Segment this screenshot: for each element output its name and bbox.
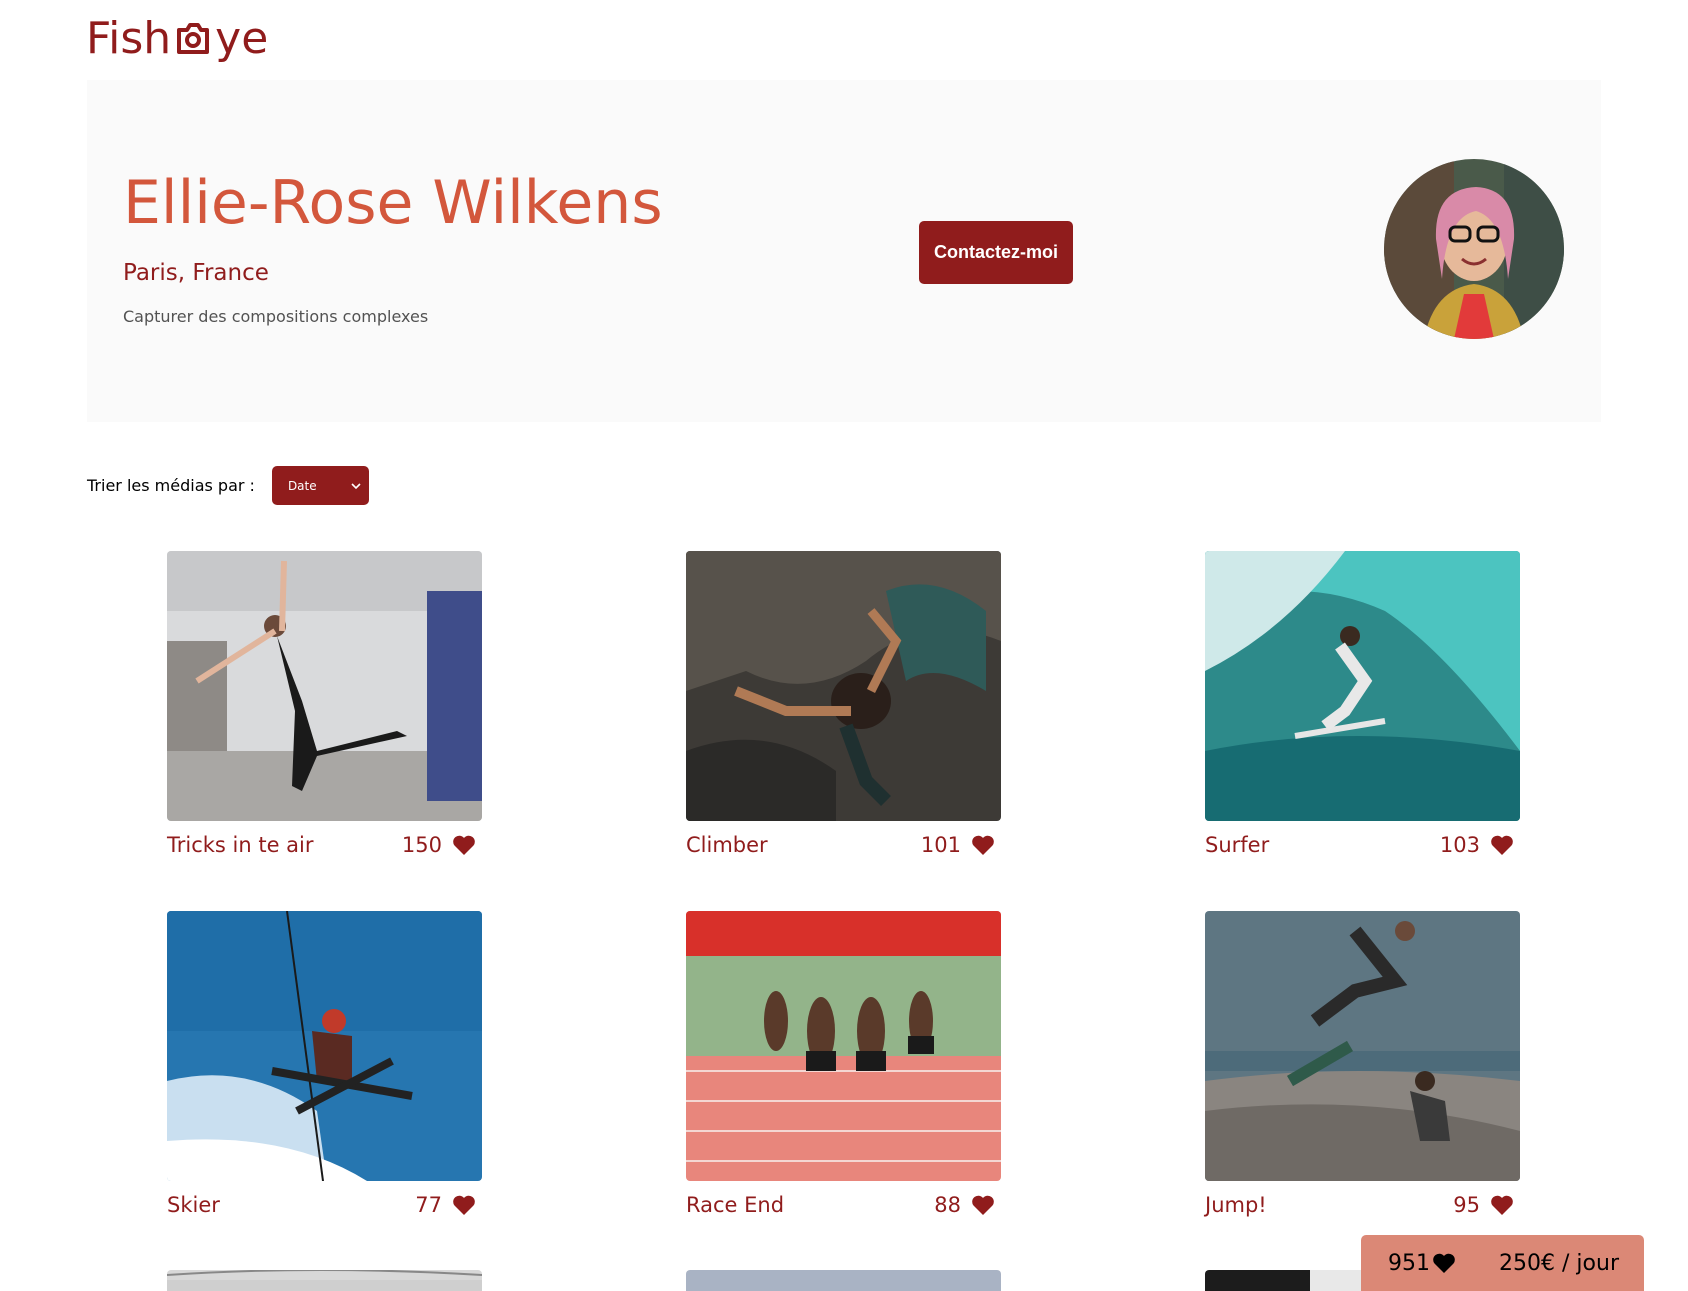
heart-icon[interactable] bbox=[1490, 1194, 1514, 1216]
photographer-location: Paris, France bbox=[123, 260, 269, 286]
logo-text-right: ye bbox=[215, 12, 269, 64]
media-thumbnail[interactable] bbox=[1205, 911, 1520, 1181]
sort-label: Trier les médias par : bbox=[87, 476, 255, 495]
media-thumbnail[interactable] bbox=[167, 911, 482, 1181]
media-likes-count: 150 bbox=[401, 833, 442, 857]
media-likes-count: 77 bbox=[415, 1193, 442, 1217]
heart-icon[interactable] bbox=[1490, 834, 1514, 856]
media-title: Skier bbox=[167, 1193, 220, 1217]
logo-text-left: Fish bbox=[86, 12, 172, 64]
media-card: Tricks in te air 150 bbox=[167, 551, 482, 861]
heart-icon[interactable] bbox=[971, 1194, 995, 1216]
media-card: Climber 101 bbox=[686, 551, 1001, 861]
sort-selected-value: Date bbox=[287, 478, 317, 493]
media-card: Jump! 95 bbox=[1205, 911, 1520, 1221]
media-thumbnail[interactable] bbox=[167, 551, 482, 821]
daily-price: 250€ / jour bbox=[1499, 1250, 1619, 1276]
media-thumbnail[interactable] bbox=[686, 911, 1001, 1181]
heart-icon[interactable] bbox=[971, 834, 995, 856]
media-title: Tricks in te air bbox=[167, 833, 314, 857]
media-title: Surfer bbox=[1205, 833, 1270, 857]
media-likes-count: 101 bbox=[920, 833, 961, 857]
photographer-tagline: Capturer des compositions complexes bbox=[123, 307, 429, 326]
media-card: Race End 88 bbox=[686, 911, 1001, 1221]
media-thumbnail[interactable] bbox=[1205, 551, 1520, 821]
heart-icon[interactable] bbox=[452, 1194, 476, 1216]
fisheye-logo[interactable]: Fish ye bbox=[86, 12, 268, 64]
heart-icon[interactable] bbox=[452, 834, 476, 856]
media-title: Jump! bbox=[1205, 1193, 1267, 1217]
camera-icon bbox=[173, 18, 213, 58]
contact-button[interactable]: Contactez-moi bbox=[919, 221, 1073, 284]
photographer-header: Ellie-Rose Wilkens Paris, France Capture… bbox=[87, 80, 1601, 422]
total-likes: 951 bbox=[1388, 1250, 1430, 1276]
sort-control: Trier les médias par : Date bbox=[87, 466, 369, 505]
stats-bar: 951 250€ / jour bbox=[1361, 1235, 1644, 1291]
media-card: Surfer 103 bbox=[1205, 551, 1520, 861]
media-title: Climber bbox=[686, 833, 768, 857]
media-likes-count: 88 bbox=[934, 1193, 961, 1217]
photographer-avatar bbox=[1384, 159, 1564, 339]
media-thumbnail[interactable] bbox=[686, 551, 1001, 821]
heart-icon bbox=[1433, 1253, 1455, 1273]
media-likes-count: 103 bbox=[1439, 833, 1480, 857]
chevron-down-icon bbox=[351, 479, 361, 493]
media-thumbnail[interactable] bbox=[686, 1270, 1001, 1291]
photographer-name: Ellie-Rose Wilkens bbox=[123, 168, 663, 238]
media-card: Skier 77 bbox=[167, 911, 482, 1221]
sort-select[interactable]: Date bbox=[271, 466, 369, 505]
media-thumbnail[interactable] bbox=[167, 1270, 482, 1291]
media-title: Race End bbox=[686, 1193, 785, 1217]
media-likes-count: 95 bbox=[1453, 1193, 1480, 1217]
